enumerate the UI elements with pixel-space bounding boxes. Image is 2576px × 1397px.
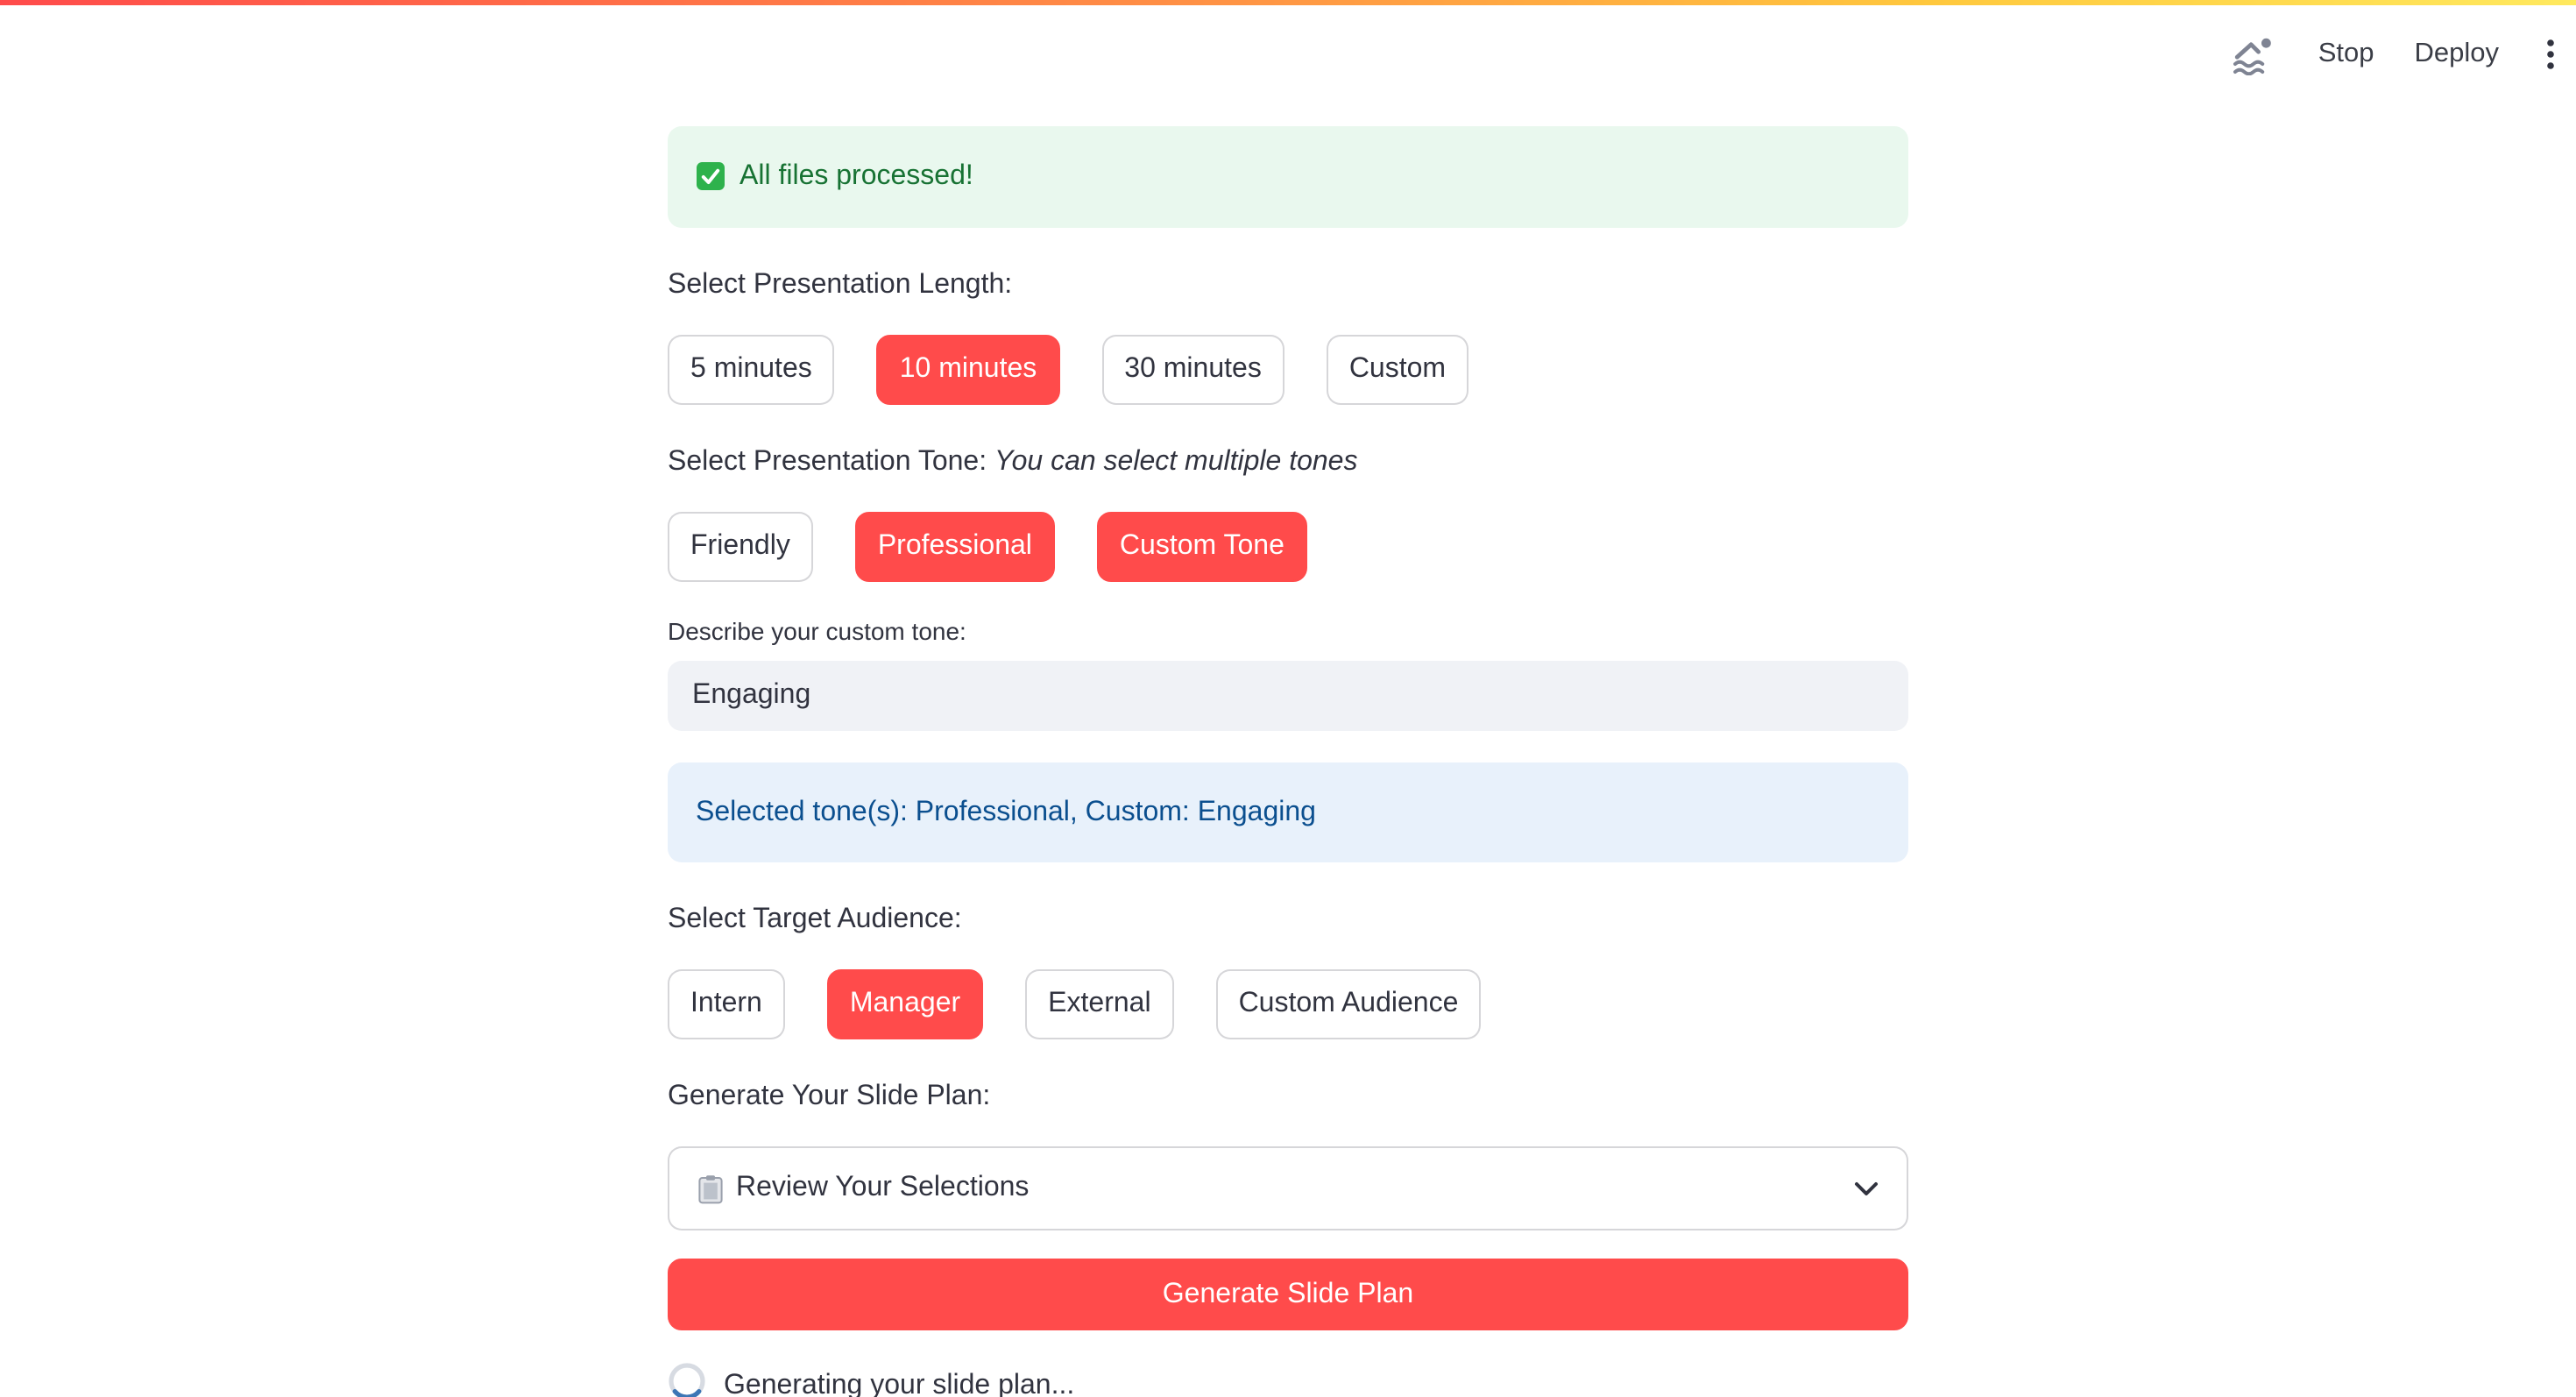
top-gradient-bar [0, 0, 2576, 5]
expander-label-text: Review Your Selections [736, 1173, 1029, 1204]
length-options-row: 5 minutes 10 minutes 30 minutes Custom [668, 334, 1908, 404]
clipboard-icon [697, 1174, 724, 1203]
audience-option-intern[interactable]: Intern [668, 969, 785, 1039]
length-option-30-minutes[interactable]: 30 minutes [1101, 334, 1284, 404]
success-banner: All files processed! [668, 126, 1908, 227]
app-header: Stop Deploy [2233, 5, 2576, 103]
main-content: All files processed! Select Presentation… [668, 0, 1908, 1397]
info-banner: Selected tone(s): Professional, Custom: … [668, 762, 1908, 862]
tone-option-professional[interactable]: Professional [855, 511, 1055, 581]
green-check-icon [696, 162, 725, 192]
kebab-menu-icon [2546, 39, 2555, 70]
generate-slide-plan-button[interactable]: Generate Slide Plan [668, 1259, 1908, 1330]
main-menu-button[interactable] [2539, 35, 2562, 74]
app-window: Stop Deploy All files processed! Select … [0, 0, 2576, 1397]
length-option-5-minutes[interactable]: 5 minutes [668, 334, 835, 404]
spinner-text: Generating your slide plan... [724, 1370, 1074, 1397]
audience-section-label: Select Target Audience: [668, 897, 1908, 941]
tone-option-custom-tone[interactable]: Custom Tone [1097, 511, 1307, 581]
success-message: All files processed! [740, 154, 973, 199]
length-option-10-minutes[interactable]: 10 minutes [877, 334, 1060, 404]
chevron-down-icon [1854, 1181, 1879, 1196]
tone-label-text: Select Presentation Tone: [668, 446, 994, 476]
audience-option-manager[interactable]: Manager [827, 969, 983, 1039]
swimmer-running-status-icon [2233, 34, 2278, 74]
audience-options-row: Intern Manager External Custom Audience [668, 969, 1908, 1039]
stop-button[interactable]: Stop [2318, 39, 2374, 70]
tone-section-label: Select Presentation Tone: You can select… [668, 439, 1908, 483]
audience-option-custom-audience[interactable]: Custom Audience [1216, 969, 1482, 1039]
spinner-status: Generating your slide plan... [668, 1362, 1908, 1397]
audience-option-external[interactable]: External [1025, 969, 1173, 1039]
tone-option-friendly[interactable]: Friendly [668, 511, 813, 581]
review-selections-expander[interactable]: Review Your Selections [668, 1146, 1908, 1230]
slide-plan-section-label: Generate Your Slide Plan: [668, 1074, 1908, 1118]
deploy-button[interactable]: Deploy [2415, 39, 2500, 70]
tone-label-hint: You can select multiple tones [994, 446, 1357, 476]
info-message: Selected tone(s): Professional, Custom: … [696, 790, 1316, 834]
length-option-custom[interactable]: Custom [1327, 334, 1468, 404]
custom-tone-label: Describe your custom tone: [668, 616, 1908, 646]
tone-options-row: Friendly Professional Custom Tone [668, 511, 1908, 581]
custom-tone-input[interactable] [668, 660, 1908, 730]
expander-label: Review Your Selections [697, 1173, 1029, 1204]
length-section-label: Select Presentation Length: [668, 262, 1908, 306]
spinner-icon [668, 1362, 706, 1397]
